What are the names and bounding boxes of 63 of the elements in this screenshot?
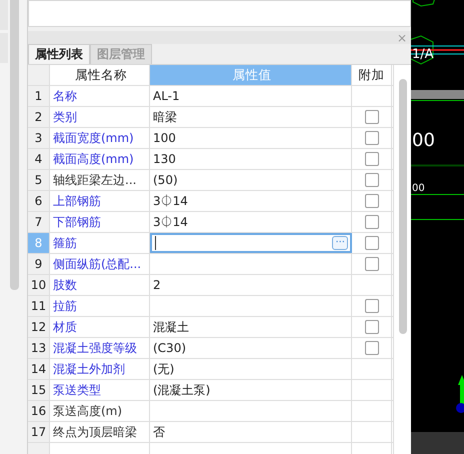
row-number[interactable]: 9 — [28, 254, 50, 274]
row-number[interactable]: 7 — [28, 212, 50, 232]
property-name: 名称 — [50, 86, 150, 106]
property-name: 侧面纵筋(总配... — [50, 254, 150, 274]
row-number[interactable]: 11 — [28, 296, 50, 316]
property-value: AL-1 — [150, 86, 352, 106]
scrollbar[interactable] — [10, 0, 19, 290]
axis-label: 00 — [412, 183, 425, 194]
property-value: (C30) — [150, 338, 352, 358]
row-number[interactable]: 12 — [28, 317, 50, 337]
property-name: 泵送高度(m) — [50, 401, 150, 421]
property-value: 暗梁 — [150, 107, 352, 127]
checkbox[interactable] — [364, 257, 378, 271]
property-name: 混凝土强度等级 — [50, 338, 150, 358]
scrollbar-thumb[interactable] — [398, 79, 406, 334]
property-name: 下部钢筋 — [50, 212, 150, 232]
row-number[interactable]: 13 — [28, 338, 50, 358]
tab[interactable]: 属性列表 — [28, 44, 90, 64]
property-value: 否 — [150, 422, 352, 442]
checkbox[interactable] — [364, 341, 378, 355]
property-name: 箍筋 — [50, 233, 150, 253]
property-name: 类别 — [50, 107, 150, 127]
row-number[interactable]: 16 — [28, 401, 50, 421]
property-name: 泵送类型 — [50, 380, 150, 400]
property-value: 3⏀14 — [150, 191, 352, 211]
property-name: 材质 — [50, 317, 150, 337]
property-name: 截面宽度(mm) — [50, 128, 150, 148]
row-number[interactable]: 5 — [28, 170, 50, 190]
property-value: 3⏀14 — [150, 212, 352, 232]
row-number[interactable]: 3 — [28, 128, 50, 148]
row-number[interactable]: 14 — [28, 359, 50, 379]
property-name: 上部钢筋 — [50, 191, 150, 211]
checkbox[interactable] — [364, 110, 378, 124]
checkbox[interactable] — [364, 173, 378, 187]
row-number[interactable]: 4 — [28, 149, 50, 169]
checkbox[interactable] — [364, 320, 378, 334]
property-value: 混凝土 — [150, 317, 352, 337]
row-number[interactable]: 17 — [28, 422, 50, 442]
property-name: 肢数 — [50, 275, 150, 295]
row-number[interactable]: 6 — [28, 191, 50, 211]
row-number[interactable]: 2 — [28, 107, 50, 127]
checkbox[interactable] — [364, 215, 378, 229]
checkbox[interactable] — [364, 194, 378, 208]
property-name: 轴线距梁左边... — [50, 170, 150, 190]
axis-label: 00 — [412, 130, 435, 151]
row-number[interactable]: 1 — [28, 86, 50, 106]
property-value: (50) — [150, 170, 352, 190]
property-name: 截面高度(mm) — [50, 149, 150, 169]
checkbox[interactable] — [364, 131, 378, 145]
checkbox[interactable] — [364, 152, 378, 166]
row-number[interactable]: 10 — [28, 275, 50, 295]
property-name: 终点为顶层暗梁 — [50, 422, 150, 442]
checkbox[interactable] — [364, 236, 378, 250]
column-header[interactable]: 附加 — [352, 65, 392, 85]
property-value: (混凝土泵) — [150, 380, 352, 400]
property-value: 2 — [150, 275, 352, 295]
property-name: 混凝土外加剂 — [50, 359, 150, 379]
property-name: 拉筋 — [50, 296, 150, 316]
property-value: 100 — [150, 128, 352, 148]
property-value: 130 — [150, 149, 352, 169]
checkbox[interactable] — [364, 299, 378, 313]
property-value: (无) — [150, 359, 352, 379]
row-number[interactable]: 15 — [28, 380, 50, 400]
